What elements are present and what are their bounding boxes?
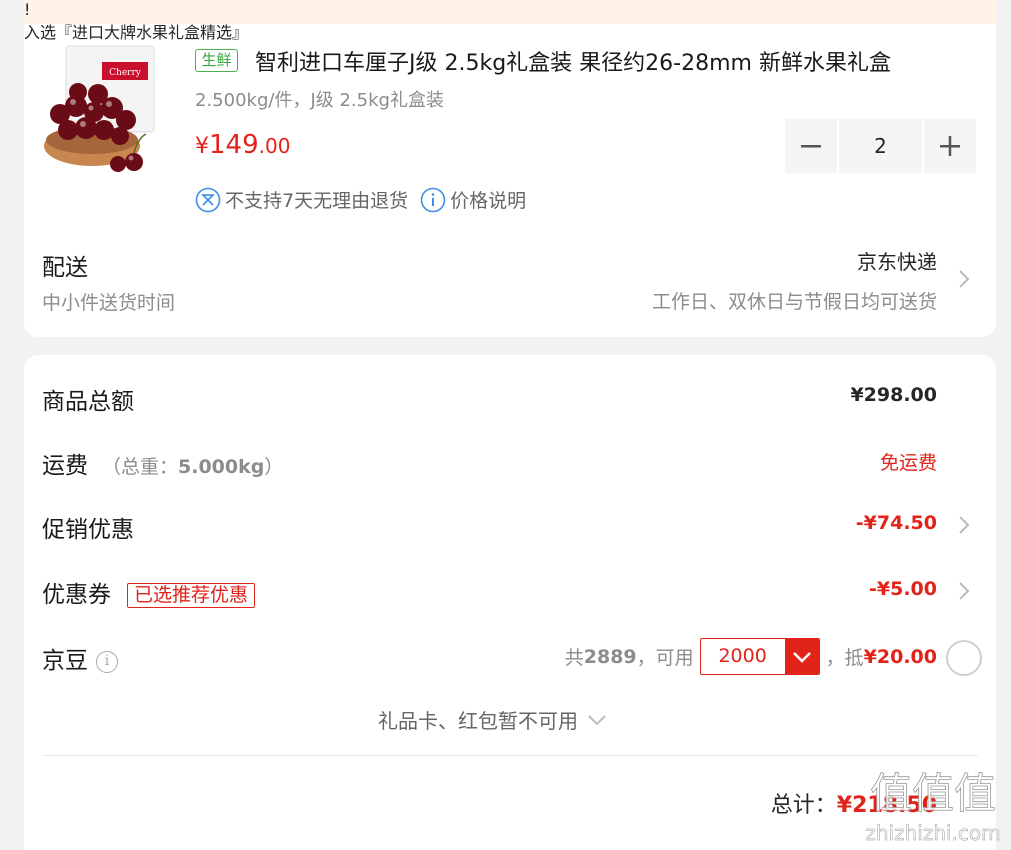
quantity-stepper: 2 <box>785 119 978 173</box>
coupon-row: 优惠券 已选推荐优惠 <box>42 575 256 609</box>
chevron-down-icon <box>588 714 606 725</box>
price-decimal: .00 <box>258 134 291 158</box>
bean-use-radio[interactable] <box>946 640 982 676</box>
watermark-logo: 值值值 <box>870 769 996 818</box>
chevron-down-icon <box>792 651 811 663</box>
bean-deduct-value: ¥20.00 <box>863 645 937 668</box>
freight-weight: 5.000kg <box>178 456 265 478</box>
bean-total: 2889 <box>583 645 637 668</box>
goods-total-value: ¥298.00 <box>850 384 937 406</box>
coupon-label: 优惠券 <box>42 582 111 608</box>
decrease-button[interactable] <box>785 119 837 173</box>
price-currency: ¥ <box>195 134 209 159</box>
price-summary-card: 商品总额 ¥298.00 运费 （总重：5.000kg） 免运费 促销优惠 -¥7… <box>24 355 996 850</box>
promo-banner-text: 入选『进口大牌水果礼盒精选』 <box>24 23 249 42</box>
shipping-sub: 中小件送货时间 <box>42 292 176 314</box>
bean-info-icon[interactable]: i <box>96 650 118 673</box>
freight-row: 运费 （总重：5.000kg） <box>42 446 283 480</box>
price-integer: 149 <box>209 130 259 160</box>
freight-label: 运费 <box>42 453 88 479</box>
promo-label: 促销优惠 <box>42 517 134 543</box>
shipping-time[interactable]: 工作日、双休日与节假日均可送货 <box>652 287 937 314</box>
shipping-method[interactable]: 京东快递 <box>857 246 937 275</box>
order-item-card: ! 入选『进口大牌水果礼盒精选』 Cherry 生鲜 智利进口车厘子J级 2.5… <box>24 0 996 337</box>
total-label: 总计： <box>770 793 837 818</box>
bean-row: 京豆 i <box>42 641 118 675</box>
fresh-tag: 生鲜 <box>195 49 238 72</box>
bean-amount-select[interactable]: 2000 <box>699 638 820 675</box>
policy-row: 不支持7天无理由退货 价格说明 <box>195 186 526 213</box>
promo-value[interactable]: -¥74.50 <box>856 512 937 534</box>
product-spec: 2.500kg/件，J级 2.5kg礼盒装 <box>195 90 444 111</box>
freight-weight-note: （总重：5.000kg） <box>102 456 284 478</box>
info-icon <box>420 187 446 212</box>
gift-card-note[interactable]: 礼品卡、红包暂不可用 <box>378 705 608 734</box>
bean-selected-value[interactable]: 2000 <box>701 639 785 674</box>
increase-button[interactable] <box>924 119 976 173</box>
plus-icon <box>940 136 960 156</box>
badge-icon: ! <box>24 0 31 19</box>
divider <box>42 755 978 756</box>
watermark: 值值值 zhizhizhi.com <box>865 769 1001 846</box>
promo-banner[interactable]: ! 入选『进口大牌水果礼盒精选』 <box>24 0 996 42</box>
quantity-value[interactable]: 2 <box>839 119 922 173</box>
bean-dropdown-button[interactable] <box>784 639 819 674</box>
coupon-value[interactable]: -¥5.00 <box>869 578 937 600</box>
product-title[interactable]: 智利进口车厘子J级 2.5kg礼盒装 果径约26-28mm 新鲜水果礼盒 <box>255 45 891 77</box>
shipping-chevron-right-icon[interactable] <box>957 268 971 290</box>
svg-text:Cherry: Cherry <box>109 68 142 78</box>
no-return-text[interactable]: 不支持7天无理由退货 <box>225 186 408 213</box>
promo-chevron-right-icon[interactable] <box>957 514 971 536</box>
watermark-url: zhizhizhi.com <box>865 821 1000 845</box>
bean-label: 京豆 <box>42 648 88 674</box>
freight-value: 免运费 <box>879 452 937 474</box>
product-price: ¥149.00 <box>195 130 290 160</box>
coupon-chevron-right-icon[interactable] <box>957 580 971 602</box>
minus-icon <box>801 145 821 148</box>
shipping-label: 配送 <box>42 255 88 281</box>
product-image[interactable]: Cherry <box>42 42 156 176</box>
goods-total-label: 商品总额 <box>42 389 134 415</box>
no-return-icon <box>195 187 221 212</box>
bean-controls: 共 2889 ，可用 2000 ，抵 ¥20.00 <box>565 638 937 675</box>
price-explanation-link[interactable]: 价格说明 <box>450 186 526 213</box>
coupon-recommended-tag[interactable]: 已选推荐优惠 <box>127 583 256 608</box>
